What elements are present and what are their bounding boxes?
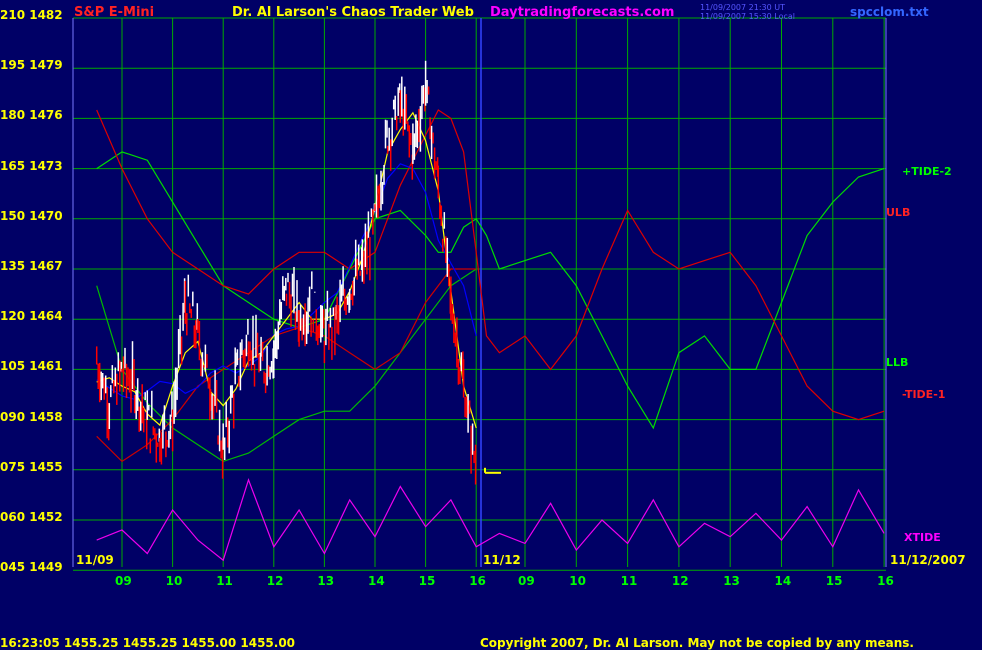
tide1-label: -TIDE-1: [902, 388, 946, 401]
x-tick-label: 12: [266, 574, 284, 588]
symbol-title: S&P E-Mini: [74, 5, 155, 20]
x-tick-label: 10: [569, 574, 586, 588]
y-tick-label: 195 1479: [0, 58, 63, 73]
date-label-right: 11/12/2007: [890, 553, 966, 567]
tide2-label: +TIDE-2: [902, 165, 952, 178]
y-tick-label: 105 1461: [0, 359, 63, 374]
y-tick-label: 165 1473: [0, 158, 63, 173]
data-filename: spcclom.txt: [850, 5, 929, 19]
x-tick-label: 09: [115, 574, 132, 588]
xtide-label: XTIDE: [904, 531, 941, 544]
y-tick-label: 075 1455: [0, 459, 63, 474]
x-tick-label: 13: [317, 574, 335, 588]
llb-label: LLB: [886, 356, 909, 369]
y-tick-label: 045 1449: [0, 560, 63, 575]
x-tick-label: 15: [418, 574, 436, 588]
y-tick-label: 090 1458: [0, 409, 63, 424]
y-tick-label: 060 1452: [0, 510, 63, 524]
y-tick-label: 180 1476: [0, 108, 63, 123]
date-label-middle: 11/12: [483, 553, 521, 567]
timestamp-ut: 11/09/2007 21:30 UT: [700, 3, 785, 12]
y-tick-label: 210 1482: [0, 8, 63, 22]
x-tick-label: 12: [671, 574, 689, 588]
x-tick-label: 14: [774, 574, 792, 588]
y-tick-label: 150 1470: [0, 208, 63, 223]
app-title: Dr. Al Larson's Chaos Trader Web: [232, 5, 474, 20]
copyright-notice: Copyright 2007, Dr. Al Larson. May not b…: [480, 636, 914, 650]
x-tick-label: 13: [723, 574, 740, 588]
x-tick-label: 16: [469, 574, 486, 588]
x-tick-label: 10: [165, 574, 183, 588]
website-link[interactable]: Daytradingforecasts.com: [490, 5, 674, 20]
x-tick-label: 09: [518, 574, 535, 588]
x-tick-label: 11: [216, 574, 233, 588]
x-tick-label: 11: [620, 574, 638, 588]
ulb-label: ULB: [886, 206, 911, 219]
y-tick-label: 120 1464: [0, 309, 63, 324]
timestamp-local: 11/09/2007 15:30 Local: [700, 12, 795, 21]
x-tick-label: 14: [368, 574, 385, 588]
x-tick-label: 15: [825, 574, 843, 588]
date-label-left: 11/09: [76, 553, 114, 567]
quote-readout: 16:23:05 1455.25 1455.25 1455.00 1455.00: [0, 636, 296, 650]
y-tick-label: 135 1467: [0, 259, 63, 273]
x-tick-label: 16: [877, 574, 894, 588]
